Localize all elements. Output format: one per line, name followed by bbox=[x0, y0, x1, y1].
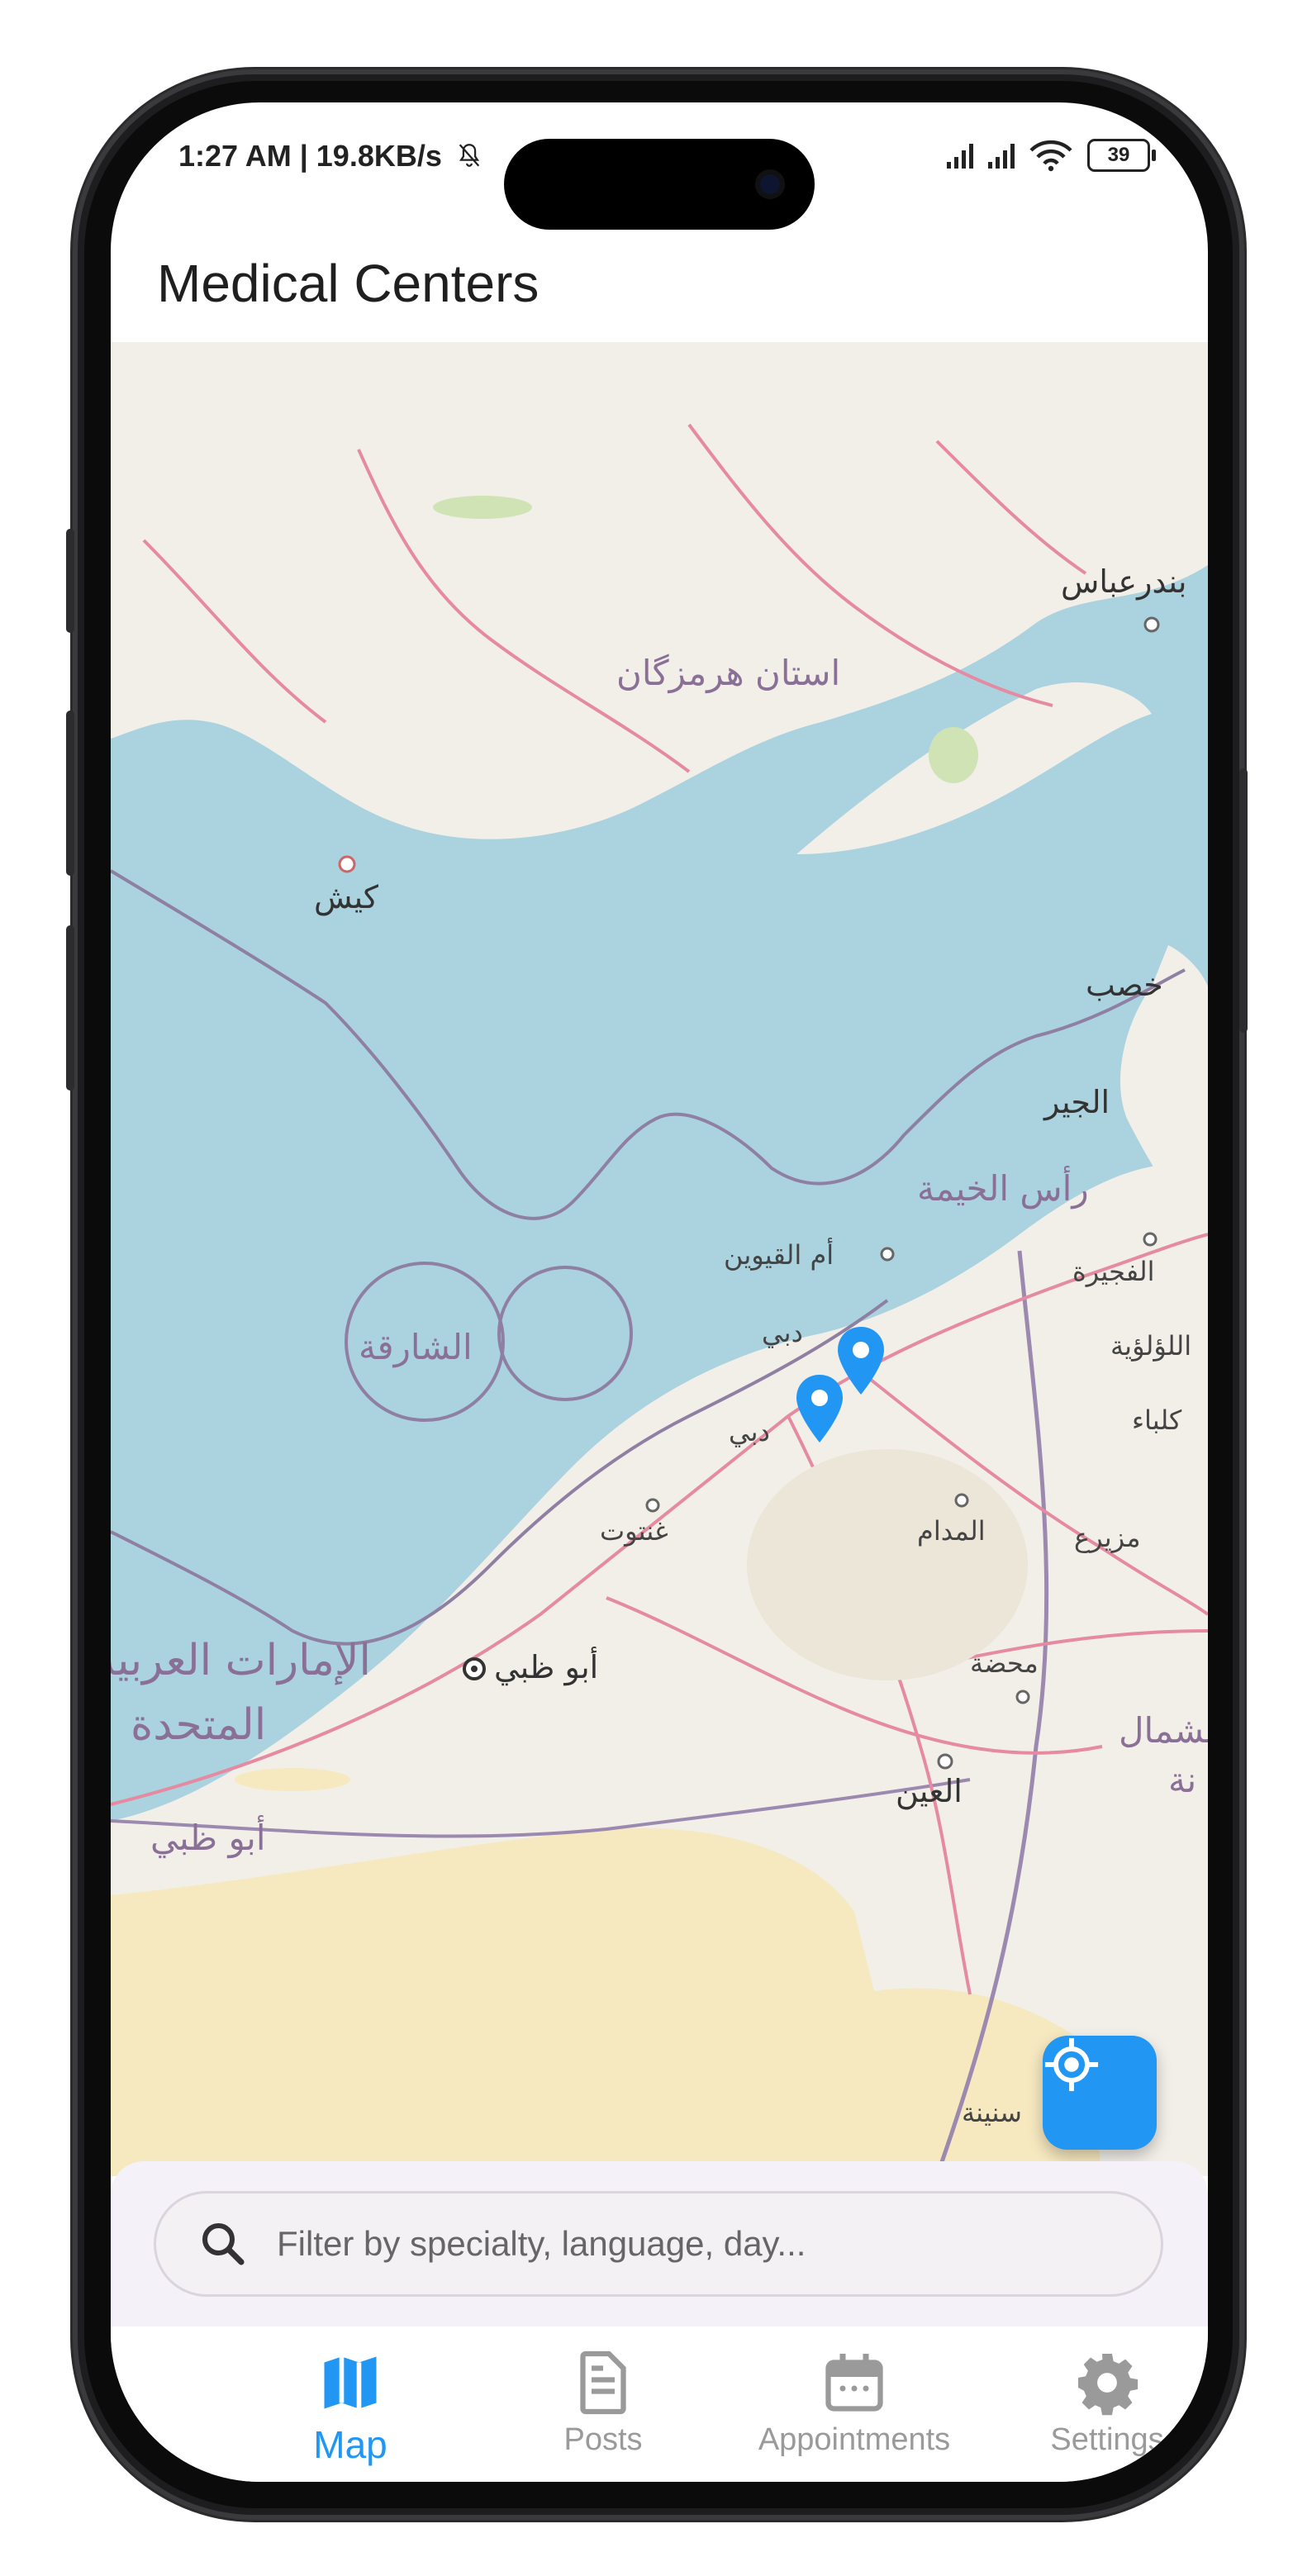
nav-label-appointments: Appointments bbox=[758, 2422, 951, 2457]
status-time: 1:27 AM | 19.8KB/s bbox=[178, 139, 483, 173]
map-dot-mahda bbox=[1015, 1690, 1030, 1704]
map-label-uae-line1: الإمارات العربية bbox=[111, 1636, 371, 1685]
map-label-al-ain: العين bbox=[896, 1773, 963, 1809]
app-screen: 1:27 AM | 19.8KB/s 39 Medical Centers بن… bbox=[111, 102, 1208, 2482]
map-label-kalba: كلباء bbox=[1132, 1404, 1182, 1436]
map-label-kish: كيش bbox=[314, 879, 379, 915]
map-label-bandar-abbas: بندرعباس bbox=[1061, 563, 1187, 600]
nav-label-posts: Posts bbox=[563, 2422, 643, 2457]
bell-off-icon bbox=[447, 139, 483, 173]
calendar-icon bbox=[825, 2354, 883, 2412]
power-button bbox=[1239, 768, 1248, 1033]
map-dot-kish bbox=[338, 855, 356, 873]
battery-indicator: 39 bbox=[1087, 139, 1156, 172]
locate-me-button[interactable] bbox=[1043, 2036, 1157, 2150]
action-button bbox=[66, 529, 74, 633]
page-title: Medical Centers bbox=[157, 254, 540, 313]
map-dot-ghantoot bbox=[645, 1498, 660, 1513]
map-dot-fujairah bbox=[1143, 1232, 1158, 1247]
map-sand-islands bbox=[235, 1768, 350, 1791]
document-icon bbox=[580, 2350, 626, 2415]
status-bar: 1:27 AM | 19.8KB/s 39 bbox=[111, 102, 1208, 230]
map-green-patch bbox=[433, 496, 532, 519]
map-label-sharjah: الشارقة bbox=[359, 1327, 473, 1367]
status-time-text: 1:27 AM | 19.8KB/s bbox=[178, 139, 442, 173]
map-label-abu-dhabi-region: أبو ظبي bbox=[150, 1818, 266, 1858]
map-dot-al-ain bbox=[937, 1753, 953, 1770]
map-label-fujairah: الفجيرة bbox=[1072, 1256, 1155, 1287]
volume-down-button bbox=[66, 925, 74, 1091]
map-label-hormozgan: استان هرمزگان bbox=[616, 653, 841, 693]
status-icons: 39 bbox=[947, 139, 1156, 172]
my-location-icon bbox=[1044, 2037, 1099, 2092]
map-dot-abu-dhabi-center bbox=[471, 1666, 478, 1672]
map-label-sunaynah: سنينة bbox=[962, 2097, 1022, 2128]
map-tiles bbox=[111, 342, 1208, 2176]
volume-up-button bbox=[66, 711, 74, 876]
nav-item-settings[interactable]: Settings bbox=[983, 2348, 1208, 2458]
map-label-mazyad: مزيرع bbox=[1074, 1522, 1141, 1553]
map-label-jeer: الجير bbox=[1044, 1084, 1110, 1120]
map-border-maritime bbox=[111, 869, 1186, 1220]
gear-icon bbox=[1078, 2354, 1138, 2416]
nav-item-posts[interactable]: Posts bbox=[479, 2348, 727, 2458]
map-dot-bandar-abbas bbox=[1143, 616, 1160, 633]
map-pin[interactable] bbox=[793, 1373, 846, 1444]
wifi-icon bbox=[1029, 140, 1072, 172]
nav-label-map: Map bbox=[313, 2423, 387, 2466]
map-label-dubai-top: دبي bbox=[762, 1317, 803, 1348]
map-border-circle-2 bbox=[497, 1266, 633, 1401]
signal-icon-2 bbox=[988, 142, 1015, 169]
map-label-lulayyah: اللؤلؤية bbox=[1110, 1330, 1192, 1362]
map-icon bbox=[324, 2356, 377, 2409]
bottom-navigation: Map Posts Appointments Settings bbox=[111, 2326, 1208, 2482]
filter-search-field[interactable] bbox=[154, 2191, 1163, 2297]
map-urban-area bbox=[747, 1449, 1028, 1680]
map-label-umm-al-quwain: أم القيوين bbox=[724, 1239, 834, 1271]
map-dot-al-madam bbox=[954, 1493, 969, 1508]
nav-item-appointments[interactable]: Appointments bbox=[730, 2348, 978, 2458]
map-green-patch-2 bbox=[929, 727, 978, 783]
map-label-ghantoot: غنتوت bbox=[600, 1515, 668, 1547]
signal-icon bbox=[947, 142, 973, 169]
filter-input[interactable] bbox=[275, 2223, 1105, 2265]
dynamic-island bbox=[504, 139, 815, 230]
map-label-mahda: محضة bbox=[970, 1647, 1039, 1679]
map-label-abu-dhabi: أبو ظبي bbox=[494, 1649, 599, 1685]
filter-panel bbox=[111, 2161, 1208, 2326]
map-label-edge-na: نة bbox=[1168, 1760, 1197, 1800]
nav-item-map[interactable]: Map bbox=[226, 2348, 474, 2467]
map-label-shamal: الشمال bbox=[1119, 1710, 1208, 1751]
map-label-uae-line2: المتحدة bbox=[131, 1700, 267, 1750]
search-icon bbox=[202, 2222, 245, 2265]
map-label-al-madam: المدام bbox=[917, 1515, 986, 1547]
map-label-dubai: دبي bbox=[729, 1416, 770, 1447]
map-label-khasab: خصب bbox=[1086, 967, 1163, 1003]
map-view[interactable]: بندرعباس استان هرمزگان كيش خصب الجير رأس… bbox=[111, 342, 1208, 2176]
map-label-ras-al-khaimah: رأس الخيمة bbox=[917, 1168, 1089, 1209]
front-camera bbox=[755, 169, 785, 199]
app-bar: Medical Centers bbox=[111, 226, 1208, 342]
nav-label-settings: Settings bbox=[1050, 2422, 1164, 2457]
map-dot-umm-al-quwain bbox=[880, 1247, 895, 1262]
